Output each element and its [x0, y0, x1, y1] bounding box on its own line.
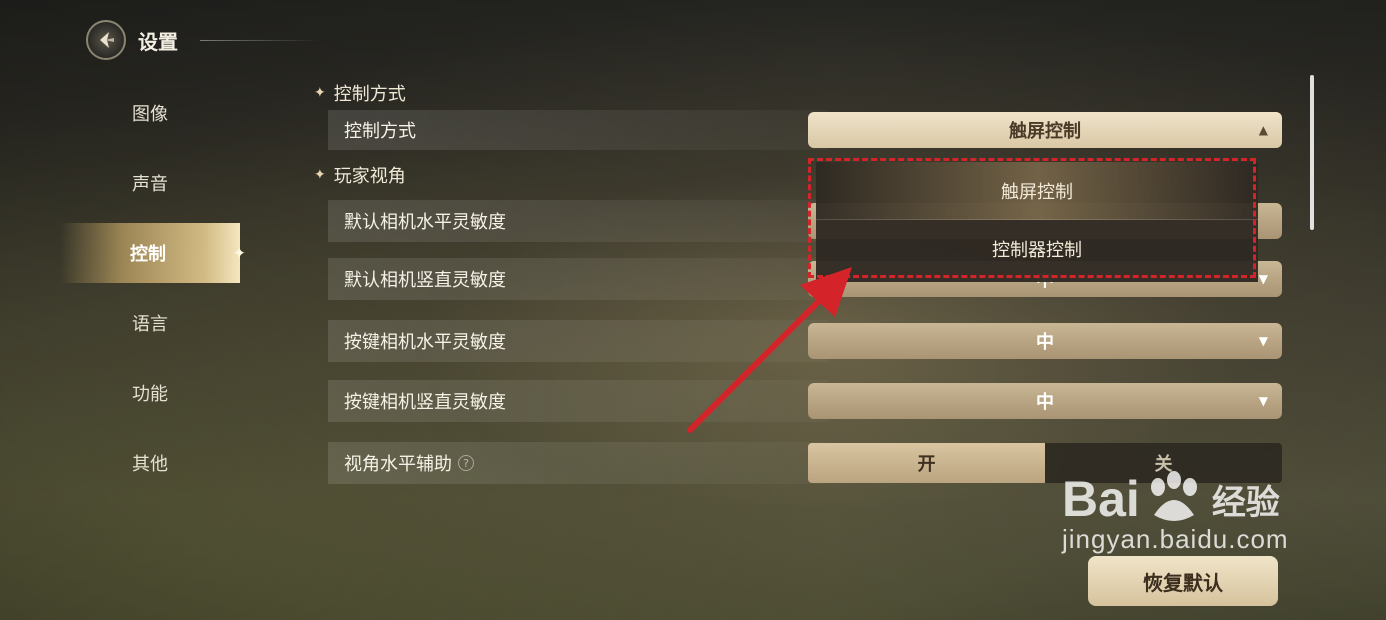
sidebar-item-label: 功能: [132, 384, 168, 405]
sidebar-item-label: 图像: [132, 104, 168, 125]
section-title-control-mode: ✦ 控制方式: [310, 76, 1290, 110]
chevron-up-icon: ▲: [1258, 123, 1268, 137]
star-icon: ✦: [314, 167, 326, 183]
sidebar-item-other[interactable]: 其他: [60, 428, 240, 498]
section-label: 玩家视角: [333, 166, 406, 187]
dropdown-option-touch[interactable]: 触屏控制: [816, 162, 1258, 220]
watermark-brand: Bai: [1062, 471, 1140, 527]
select-value: 中: [1036, 332, 1054, 353]
watermark-logo: Bai 经验: [1062, 470, 1322, 528]
sidebar-item-label: 语言: [132, 314, 168, 335]
section-label: 控制方式: [333, 84, 406, 105]
help-icon[interactable]: ?: [458, 455, 474, 471]
sidebar-item-graphics[interactable]: 图像: [60, 78, 240, 148]
paw-icon: [1150, 471, 1197, 521]
control-mode-dropdown: 触屏控制 控制器控制: [816, 162, 1258, 282]
sidebar-item-label: 其他: [132, 454, 168, 475]
reset-default-button[interactable]: 恢复默认: [1088, 556, 1278, 606]
chevron-down-icon: ▼: [1258, 272, 1268, 286]
page-title: 设置: [138, 29, 178, 54]
header: 设置: [86, 20, 178, 60]
baidu-watermark: Bai 经验 jingyan.baidu.com: [1062, 470, 1322, 555]
sparkle-icon: ✦: [232, 243, 246, 263]
sidebar-item-language[interactable]: 语言: [60, 288, 240, 358]
sidebar-item-control[interactable]: 控制 ✦: [60, 223, 246, 283]
chevron-down-icon: ▼: [1258, 394, 1268, 408]
row-label: 视角水平辅助 ?: [328, 450, 474, 476]
select-value: 触屏控制: [1009, 121, 1081, 142]
back-button[interactable]: [86, 20, 126, 60]
back-arrow-icon: [100, 32, 114, 48]
row-label: 控制方式: [344, 121, 416, 142]
sidebar-item-label: 控制: [130, 244, 166, 265]
sidebar-item-label: 声音: [132, 174, 168, 195]
annotation-arrow-icon: [687, 267, 852, 433]
row-label: 按键相机水平灵敏度: [344, 332, 506, 353]
watermark-url: jingyan.baidu.com: [1062, 524, 1289, 554]
watermark-brand-cn: 经验: [1211, 483, 1280, 522]
control-mode-select[interactable]: 触屏控制 ▲: [808, 112, 1282, 148]
row-label: 默认相机水平灵敏度: [344, 212, 506, 233]
star-icon: ✦: [314, 85, 326, 101]
scrollbar[interactable]: [1310, 75, 1314, 230]
sidebar-item-function[interactable]: 功能: [60, 358, 240, 428]
row-label: 按键相机竖直灵敏度: [344, 392, 506, 413]
header-divider: [200, 40, 320, 41]
chevron-down-icon: ▼: [1258, 334, 1268, 348]
select-value: 中: [1036, 392, 1054, 413]
row-control-mode: 控制方式 触屏控制 ▲: [328, 110, 1290, 150]
toggle-on[interactable]: 开: [808, 443, 1045, 483]
dropdown-option-controller[interactable]: 控制器控制: [816, 220, 1258, 278]
sidebar: 图像 声音 控制 ✦ 语言 功能 其他: [60, 78, 246, 498]
row-label: 默认相机竖直灵敏度: [344, 270, 506, 291]
sidebar-item-sound[interactable]: 声音: [60, 148, 240, 218]
